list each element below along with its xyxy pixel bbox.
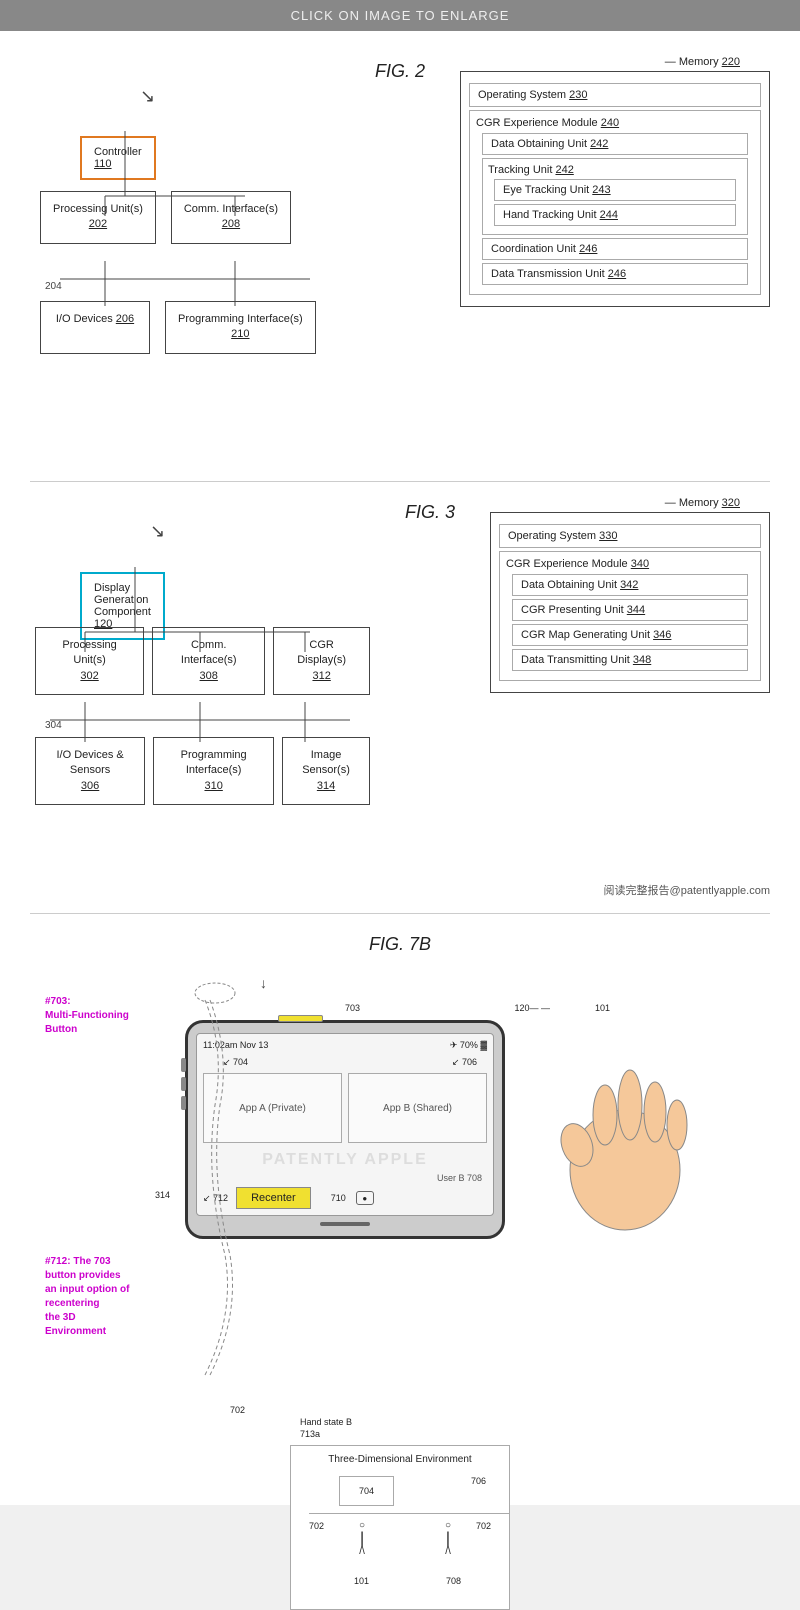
dgc-arrow: ↘ bbox=[150, 521, 165, 542]
watermark: PATENTLY APPLE bbox=[203, 1147, 487, 1173]
fig3-cgr-presenting: CGR Presenting Unit 344 bbox=[512, 599, 748, 621]
fig3-os-row: Operating System 330 bbox=[499, 524, 761, 548]
side-buttons bbox=[181, 1058, 186, 1110]
ref-120: 120— — bbox=[514, 1003, 550, 1013]
env-line bbox=[309, 1513, 509, 1514]
camera-icon: ● bbox=[356, 1191, 374, 1205]
ref-712-inline: ↙ 712 bbox=[203, 1193, 228, 1204]
fig2-eye-tracking: Eye Tracking Unit 243 bbox=[494, 179, 736, 201]
ref-710: 710 bbox=[331, 1193, 346, 1203]
fig7b-section: FIG. 7B #703: Multi-Functioning Button ↓… bbox=[30, 934, 770, 1485]
fig3-memory-label: — Memory 320 bbox=[665, 497, 740, 509]
ref-703: 703 bbox=[345, 1003, 360, 1013]
fig3-section: Display Generation Component 120 ↘ Proce… bbox=[30, 492, 770, 872]
arrow-down: ↘ bbox=[140, 86, 155, 107]
fig2-data-obtaining: Data Obtaining Unit 242 bbox=[482, 133, 748, 155]
ref-706-label: ↙ 706 bbox=[452, 1057, 477, 1068]
hand-illustration bbox=[545, 1040, 705, 1240]
ref-314: 314 bbox=[155, 1190, 170, 1200]
fig2-hand-tracking: Hand Tracking Unit 244 bbox=[494, 204, 736, 226]
fig3-cgr-map-generating: CGR Map Generating Unit 346 bbox=[512, 624, 748, 646]
fig3-title: FIG. 3 bbox=[390, 502, 470, 523]
fig2-tracking-unit: Tracking Unit 242 Eye Tracking Unit 243 … bbox=[482, 158, 748, 235]
fig2-cgr-module: CGR Experience Module 240 Data Obtaining… bbox=[469, 110, 761, 295]
home-indicator bbox=[320, 1222, 370, 1226]
fig3-comm-interface-box: Comm. Interface(s) 308 bbox=[152, 627, 265, 695]
comm-interface-box: Comm. Interface(s) 208 bbox=[171, 191, 291, 244]
programming-interface-box: Programming Interface(s) 210 bbox=[165, 301, 316, 354]
env-app-704: 704 bbox=[339, 1476, 394, 1506]
side-btn-2 bbox=[181, 1077, 186, 1091]
fig2-section: Controller 110 ↘ Processing Unit(s) 202 … bbox=[30, 51, 770, 451]
bus-label-204: 204 bbox=[45, 281, 62, 292]
fig2-memory-section: — Memory 220 Operating System 230 CGR Ex… bbox=[460, 71, 770, 307]
env-ref-706: 706 bbox=[471, 1476, 486, 1486]
user-label: User B 708 bbox=[203, 1173, 482, 1183]
fig3-data-obtaining: Data Obtaining Unit 342 bbox=[512, 574, 748, 596]
annotation-703: #703: Multi-Functioning Button bbox=[45, 995, 135, 1037]
multifunction-button[interactable] bbox=[278, 1015, 323, 1022]
top-bar-label: CLICK ON IMAGE TO ENLARGE bbox=[291, 8, 510, 23]
ref-702-bottom: 702 bbox=[230, 1405, 245, 1415]
app-a-window: App A (Private) bbox=[203, 1073, 342, 1143]
fig3-cgr-module: CGR Experience Module 340 Data Obtaining… bbox=[499, 551, 761, 681]
env-ref-702-a: 702 bbox=[309, 1521, 324, 1531]
fig2-title: FIG. 2 bbox=[360, 61, 440, 82]
controller-ref: 110 bbox=[94, 158, 112, 170]
bus-label-304: 304 bbox=[45, 720, 62, 731]
fig7b-title: FIG. 7B bbox=[30, 934, 770, 955]
env-title: Three-Dimensional Environment bbox=[299, 1454, 501, 1465]
down-arrow-703: ↓ bbox=[260, 975, 267, 991]
fig3-memory-section: — Memory 320 Operating System 330 CGR Ex… bbox=[490, 512, 770, 693]
ref-704-label: ↙ 704 bbox=[223, 1057, 248, 1068]
status-bar: 11:02am Nov 13 ✈ 70% ▓ bbox=[203, 1040, 487, 1051]
controller-box: Controller 110 bbox=[80, 136, 156, 180]
controller-label: Controller bbox=[94, 146, 142, 158]
fig3-cgr-displays-box: CGR Display(s) 312 bbox=[273, 627, 370, 695]
fig2-memory-label: — Memory 220 bbox=[665, 56, 740, 68]
fig2-os-row: Operating System 230 bbox=[469, 83, 761, 107]
side-btn-1 bbox=[181, 1058, 186, 1072]
dgc-label: Display Generation Component bbox=[94, 582, 151, 618]
ref-101: 101 bbox=[595, 1003, 610, 1013]
fig2-coordination: Coordination Unit 246 bbox=[482, 238, 748, 260]
app-b-window: App B (Shared) bbox=[348, 1073, 487, 1143]
io-devices-box: I/O Devices 206 bbox=[40, 301, 150, 354]
processing-unit-box: Processing Unit(s) 202 bbox=[40, 191, 156, 244]
env-diagram: Three-Dimensional Environment 704 706 bbox=[290, 1445, 510, 1610]
fig3-image-sensor-box: Image Sensor(s) 314 bbox=[282, 737, 370, 805]
recenter-button[interactable]: Recenter bbox=[236, 1187, 311, 1209]
fig2-connectors bbox=[30, 51, 340, 451]
env-figure-2: ○ | /\ bbox=[445, 1521, 451, 1557]
env-ref-702-b: 702 bbox=[476, 1521, 491, 1531]
side-btn-3 bbox=[181, 1096, 186, 1110]
env-ref-101: 101 bbox=[354, 1576, 369, 1586]
fig3-programming-interface-box: Programming Interface(s) 310 bbox=[153, 737, 274, 805]
top-bar: CLICK ON IMAGE TO ENLARGE bbox=[0, 0, 800, 31]
env-figure-1: ○ | /\ bbox=[359, 1521, 365, 1557]
env-ref-708: 708 bbox=[446, 1576, 461, 1586]
fig3-data-transmitting: Data Transmitting Unit 348 bbox=[512, 649, 748, 671]
fig3-processing-unit-box: Processing Unit(s) 302 bbox=[35, 627, 144, 695]
fig3-io-devices-box: I/O Devices & Sensors 306 bbox=[35, 737, 145, 805]
annotation-712: #712: The 703 button provides an input o… bbox=[45, 1255, 160, 1339]
hand-state-label: Hand state B713a bbox=[300, 1417, 352, 1440]
patently-note: 阅读完整报告@patentlyapple.com bbox=[30, 882, 770, 898]
fig2-data-transmission: Data Transmission Unit 246 bbox=[482, 263, 748, 285]
